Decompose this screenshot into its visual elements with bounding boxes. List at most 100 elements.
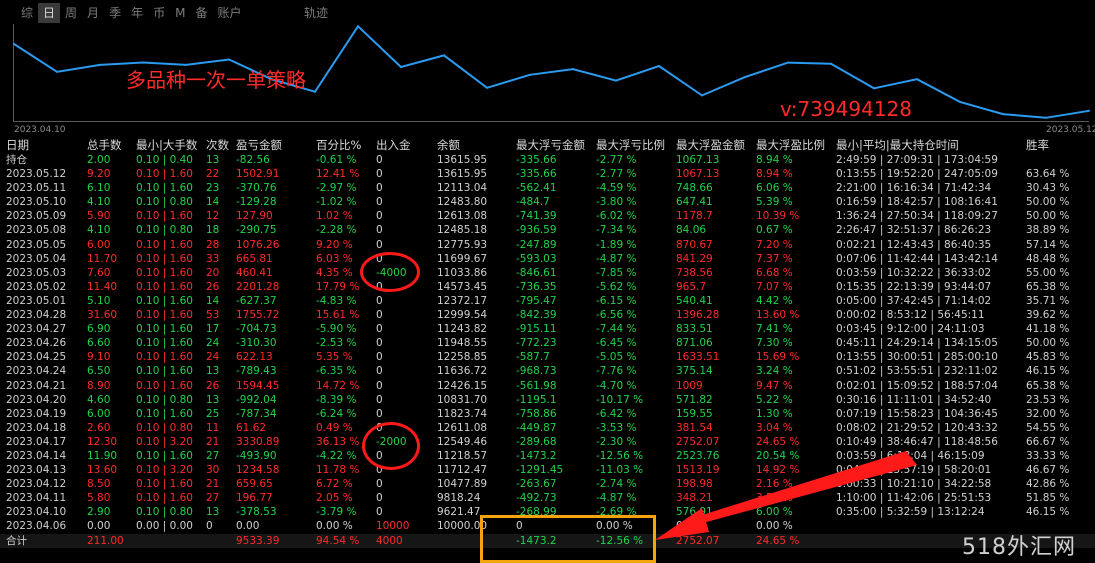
column-header-minmax[interactable]: 最小|大手数 — [136, 138, 206, 153]
table-row[interactable]: 2023.05.11 6.10 0.10 | 1.60 23 -370.76 -2.97 … — [0, 181, 1095, 195]
table-row[interactable]: 2023.04.28 31.60 0.10 | 1.60 53 1755.72 15.61… — [0, 308, 1095, 322]
cell-minmax: 0.10 | 1.60 — [136, 323, 193, 336]
tab-3[interactable]: 月 — [82, 3, 104, 23]
cell-mfp: 540.41 — [676, 294, 713, 307]
column-header-mfp[interactable]: 最大浮盈金额 — [676, 138, 754, 153]
cell-mfp: 1396.28 — [676, 309, 720, 322]
table-row[interactable]: 2023.04.25 9.10 0.10 | 1.60 24 622.13 5.35 % 0… — [0, 350, 1095, 364]
column-header-win[interactable]: 胜率 — [1026, 138, 1092, 153]
table-row[interactable]: 2023.05.10 4.10 0.10 | 0.80 14 -129.28 -1.02 … — [0, 195, 1095, 209]
cell-lots: 31.60 — [87, 309, 118, 322]
cell-pct: 0.00 % — [316, 520, 353, 533]
cell-date: 2023.05.01 — [6, 294, 67, 307]
table-header: 日期 总手数 最小|大手数 次数 盈亏金额 百分比% 出入金 余额 最大浮亏金额 最大浮亏比例 最大… — [0, 138, 1095, 153]
cell-mfpp: 20.54 % — [756, 449, 800, 462]
table-row[interactable]: 2023.05.05 6.00 0.10 | 1.60 28 1076.26 9.20 %… — [0, 238, 1095, 252]
table-row[interactable]: 2023.05.03 7.60 0.10 | 1.60 20 460.41 4.35 % -… — [0, 266, 1095, 280]
tab-6[interactable]: 币 — [148, 3, 170, 23]
cell-date: 2023.04.13 — [6, 464, 67, 477]
cell-count: 14 — [206, 294, 220, 307]
cell-io: 0 — [376, 224, 383, 237]
table-row[interactable]: 2023.05.08 4.10 0.10 | 0.80 18 -290.75 -2.28 … — [0, 223, 1095, 237]
tab-7[interactable]: M — [170, 3, 190, 23]
cell-pnl: 1755.72 — [236, 309, 280, 322]
column-header-date[interactable]: 日期 — [6, 138, 84, 153]
equity-point — [916, 78, 918, 81]
table-row[interactable]: 2023.04.13 13.60 0.10 | 3.20 30 1234.58 11.78… — [0, 463, 1095, 477]
table-row[interactable]: 2023.04.14 11.90 0.10 | 1.60 27 -493.90 -4.22… — [0, 449, 1095, 463]
cell-mfp: 1067.13 — [676, 168, 720, 181]
cell-mfl: -842.39 — [516, 309, 557, 322]
cell-lots: 5.90 — [87, 210, 111, 223]
cell-balance: 14573.45 — [437, 280, 488, 293]
cell-win: 45.83 % — [1026, 351, 1070, 364]
table-row[interactable]: 2023.04.20 4.60 0.10 | 0.80 13 -992.04 -8.39 … — [0, 393, 1095, 407]
cell-mfpp: 7.37 % — [756, 252, 793, 265]
table-row[interactable]: 2023.04.18 2.60 0.10 | 0.80 11 61.62 0.49 % 0 1… — [0, 421, 1095, 435]
column-header-balance[interactable]: 余额 — [437, 138, 515, 153]
cell-win: 32.00 % — [1026, 407, 1070, 420]
cell-pct: 15.61 % — [316, 309, 360, 322]
column-header-mfl[interactable]: 最大浮亏金额 — [516, 138, 594, 153]
cell-mflp: -7.85 % — [596, 266, 637, 279]
table-row[interactable]: 2023.05.02 11.40 0.10 | 1.60 26 2201.28 17.79… — [0, 280, 1095, 294]
table-row[interactable]: 持仓 2.00 0.10 | 0.40 13 -82.56 -0.61 % 0 13615.9… — [0, 153, 1095, 167]
cell-date: 2023.05.11 — [6, 182, 67, 195]
table-row[interactable]: 2023.04.24 6.50 0.10 | 1.60 13 -789.43 -6.35 … — [0, 364, 1095, 378]
table-row[interactable]: 2023.04.12 8.50 0.10 | 1.60 21 659.65 6.72 % 0… — [0, 477, 1095, 491]
watermark-logo: 518外汇网 — [962, 535, 1076, 560]
column-header-io[interactable]: 出入金 — [376, 138, 434, 153]
cell-lots: 12.30 — [87, 435, 118, 448]
tab-9[interactable]: 账户 — [212, 3, 246, 23]
column-header-mflp[interactable]: 最大浮亏比例 — [596, 138, 674, 153]
cell-pnl: 1594.45 — [236, 379, 280, 392]
cell-mfp: 870.67 — [676, 238, 713, 251]
cell-win: 42.86 % — [1026, 478, 1070, 491]
equity-point — [1045, 116, 1047, 119]
table-row[interactable]: 2023.05.12 9.20 0.10 | 1.60 22 1502.91 12.41 … — [0, 167, 1095, 181]
cell-mfp: 647.41 — [676, 196, 713, 209]
column-header-mfpp[interactable]: 最大浮盈比例 — [756, 138, 834, 153]
table-row[interactable]: 2023.04.17 12.30 0.10 | 3.20 21 3330.89 36.13… — [0, 435, 1095, 449]
cell-mfp: 84.06 — [676, 224, 707, 237]
cell-mfp: 0 — [676, 520, 683, 533]
column-header-count[interactable]: 次数 — [206, 138, 236, 153]
table-row[interactable]: 2023.05.09 5.90 0.10 | 1.60 12 127.90 1.02 % 0… — [0, 209, 1095, 223]
cell-mflp: -3.53 % — [596, 421, 637, 434]
table-row[interactable]: 2023.05.04 11.70 0.10 | 1.60 33 665.81 6.03 %… — [0, 252, 1095, 266]
cell-mfl: -1473.2 — [516, 449, 557, 462]
tab-1[interactable]: 日 — [38, 3, 61, 23]
cell-pnl: 0.00 — [236, 520, 260, 533]
equity-point — [572, 68, 574, 71]
cell-mfpp: 14.92 % — [756, 464, 800, 477]
cell-minmax: 0.10 | 0.80 — [136, 421, 193, 434]
column-header-lots[interactable]: 总手数 — [87, 138, 135, 153]
tab-8[interactable]: 备 — [190, 3, 212, 23]
cell-mfpp: 0.00 % — [756, 520, 793, 533]
table-row[interactable]: 2023.04.19 6.00 0.10 | 1.60 25 -787.34 -6.24 … — [0, 407, 1095, 421]
cell-count: 22 — [206, 168, 220, 181]
cell-mflp: -6.45 % — [596, 337, 637, 350]
tab-5[interactable]: 年 — [126, 3, 148, 23]
column-header-pnl[interactable]: 盈亏金额 — [236, 138, 314, 153]
cell-count: 27 — [206, 492, 220, 505]
table-row[interactable]: 2023.04.21 8.90 0.10 | 1.60 26 1594.45 14.72 … — [0, 379, 1095, 393]
cell-lots: 4.10 — [87, 224, 111, 237]
column-header-pct[interactable]: 百分比% — [316, 138, 374, 153]
cell-date: 2023.04.14 — [6, 449, 67, 462]
cell-io: 0 — [376, 379, 383, 392]
tab-4[interactable]: 季 — [104, 3, 126, 23]
tab-track[interactable]: 轨迹 — [304, 4, 328, 21]
cell-win: 65.38 % — [1026, 280, 1070, 293]
table-row[interactable]: 2023.04.27 6.90 0.10 | 1.60 17 -704.73 -5.90 … — [0, 322, 1095, 336]
column-header-hold[interactable]: 最小|平均|最大持仓时间 — [836, 138, 1026, 153]
table-row[interactable]: 2023.04.11 5.80 0.10 | 1.60 27 196.77 2.05 % 0… — [0, 491, 1095, 505]
cell-balance: 12485.18 — [437, 224, 488, 237]
tab-2[interactable]: 周 — [60, 3, 82, 23]
table-row[interactable]: 2023.05.01 5.10 0.10 | 1.60 14 -627.37 -4.83 … — [0, 294, 1095, 308]
cell-io: 0 — [376, 351, 383, 364]
tab-0[interactable]: 综 — [16, 3, 38, 23]
table-row[interactable]: 2023.04.26 6.60 0.10 | 1.60 24 -310.30 -2.53 … — [0, 336, 1095, 350]
cell-mfpp: 0.67 % — [756, 224, 793, 237]
cell-balance: 12549.46 — [437, 435, 488, 448]
